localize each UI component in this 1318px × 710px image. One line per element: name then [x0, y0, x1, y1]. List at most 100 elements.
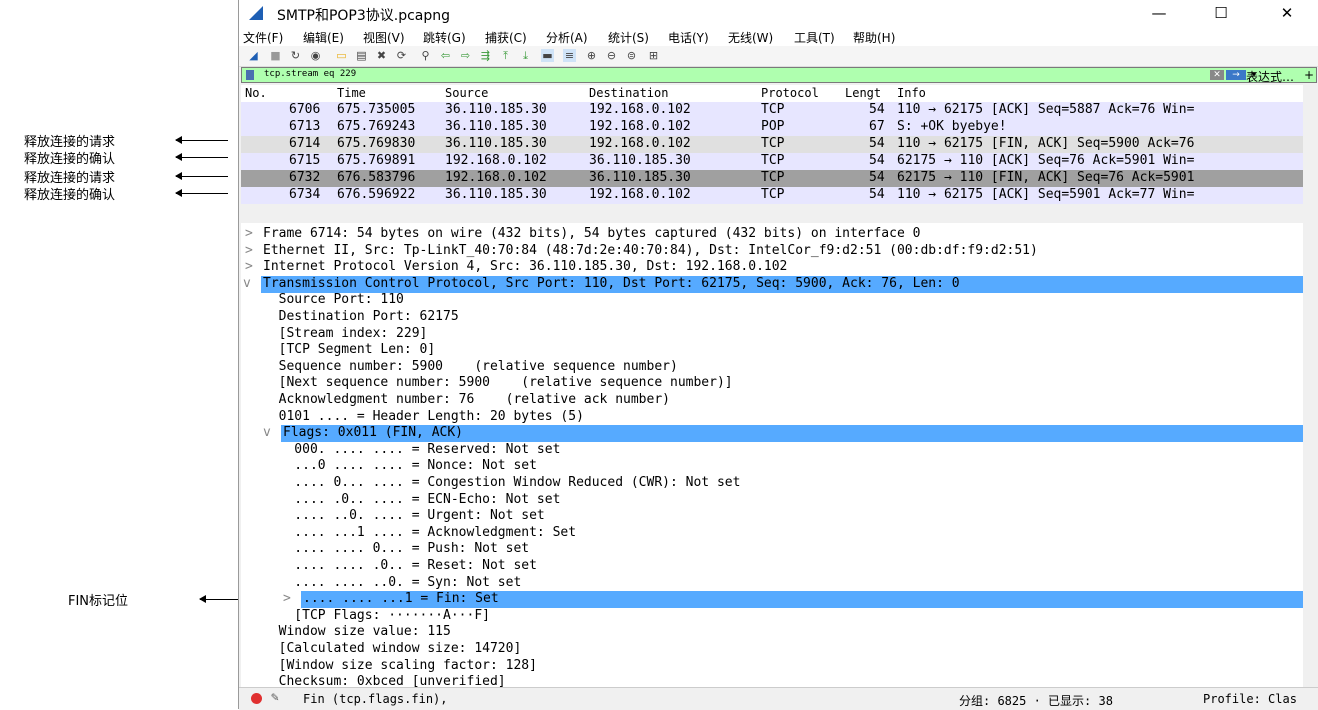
packet-details-vscroll[interactable] [1303, 223, 1317, 687]
detail-row[interactable]: > Internet Protocol Version 4, Src: 36.11… [241, 259, 1303, 276]
detail-row[interactable]: [TCP Segment Len: 0] [241, 342, 1303, 359]
packet-row[interactable]: 6713 675.769243 36.110.185.30 192.168.0.102… [241, 119, 1303, 136]
goto-icon[interactable]: ⇶ [479, 49, 492, 62]
menu-capture[interactable]: 捕获(C) [485, 29, 527, 46]
column-header-protocol[interactable]: Protocol [761, 86, 819, 100]
detail-row[interactable]: > .... .... ...1 = Fin: Set [283, 591, 1303, 609]
expert-info-icon[interactable] [251, 693, 262, 704]
detail-row[interactable]: .... .0.. .... = ECN-Echo: Not set [241, 492, 1303, 509]
resize-columns-icon[interactable]: ⊞ [647, 49, 660, 62]
detail-row[interactable]: Window size value: 115 [241, 624, 1303, 641]
stop-icon[interactable]: ■ [269, 49, 282, 62]
detail-row[interactable]: v Flags: 0x011 (FIN, ACK) [263, 425, 1303, 443]
detail-row[interactable]: [Next sequence number: 5900 (relative se… [241, 375, 1303, 392]
display-filter-bar[interactable]: tcp.stream eq 229 ✕ → ▾ 表达式… + [241, 67, 1317, 85]
menu-view[interactable]: 视图(V) [363, 29, 405, 46]
display-filter-input[interactable]: tcp.stream eq 229 [264, 69, 356, 79]
menu-analyze[interactable]: 分析(A) [546, 29, 588, 46]
packet-list-hscroll[interactable] [241, 205, 1303, 219]
autoscroll-icon[interactable]: ▬ [541, 49, 554, 62]
detail-row[interactable]: > Ethernet II, Src: Tp-LinkT_40:70:84 (48… [241, 243, 1303, 260]
detail-row[interactable]: Checksum: 0xbced [unverified] [241, 674, 1303, 687]
detail-row[interactable]: Destination Port: 62175 [241, 309, 1303, 326]
packet-row[interactable]: 6714 675.769830 36.110.185.30 192.168.0.102… [241, 136, 1303, 153]
edit-comment-icon[interactable]: ✎ [271, 690, 279, 705]
save-icon[interactable]: ▤ [355, 49, 368, 62]
packet-row[interactable]: 6734 676.596922 36.110.185.30 192.168.0.102… [241, 187, 1303, 204]
detail-row[interactable]: ...0 .... .... = Nonce: Not set [241, 458, 1303, 475]
detail-row[interactable]: .... .... ..0. = Syn: Not set [241, 575, 1303, 592]
zoom-in-icon[interactable]: ⊕ [585, 49, 598, 62]
menu-file[interactable]: 文件(F) [243, 29, 283, 46]
column-header-source[interactable]: Source [445, 86, 488, 100]
collapsed-chevron-icon[interactable]: > [245, 259, 253, 274]
close-button[interactable]: ✕ [1267, 2, 1307, 24]
detail-row[interactable]: .... ..0. .... = Urgent: Not set [241, 508, 1303, 525]
menu-help[interactable]: 帮助(H) [853, 29, 895, 46]
zoom-reset-icon[interactable]: ⊜ [625, 49, 638, 62]
column-header-time[interactable]: Time [337, 86, 366, 100]
packet-protocol: TCP [761, 170, 785, 185]
packet-row[interactable]: 6715 675.769891 192.168.0.102 36.110.185.30… [241, 153, 1303, 170]
annotation-fin-ack-1: 释放连接的确认 [24, 152, 116, 167]
detail-row[interactable]: .... ...1 .... = Acknowledgment: Set [241, 525, 1303, 542]
shark-start-icon[interactable]: ◢ [247, 49, 260, 62]
column-header-no[interactable]: No. [245, 86, 267, 100]
reload-icon[interactable]: ⟳ [395, 49, 408, 62]
clear-filter-icon[interactable]: ✕ [1210, 70, 1224, 80]
apply-filter-icon[interactable]: → [1226, 70, 1246, 80]
collapsed-chevron-icon[interactable]: > [245, 226, 253, 241]
zoom-out-icon[interactable]: ⊖ [605, 49, 618, 62]
packet-row[interactable]: 6732 676.583796 192.168.0.102 36.110.185.30… [241, 170, 1303, 187]
collapsed-chevron-icon[interactable]: > [283, 591, 291, 606]
restart-icon[interactable]: ↻ [289, 49, 302, 62]
detail-row[interactable]: [Stream index: 229] [241, 326, 1303, 343]
detail-row[interactable]: [Calculated window size: 14720] [241, 641, 1303, 658]
expression-button[interactable]: 表达式… [1246, 68, 1294, 85]
expanded-chevron-icon[interactable]: v [243, 276, 251, 291]
detail-row[interactable]: .... .... .0.. = Reset: Not set [241, 558, 1303, 575]
annotation-fin-flag: FIN标记位 [68, 594, 129, 609]
options-icon[interactable]: ◉ [309, 49, 322, 62]
menu-wireless[interactable]: 无线(W) [728, 29, 773, 46]
column-header-destination[interactable]: Destination [589, 86, 668, 100]
last-icon[interactable]: ⤓ [519, 49, 532, 62]
detail-row[interactable]: v Transmission Control Protocol, Src Port… [243, 275, 1303, 293]
open-icon[interactable]: ▭ [335, 49, 348, 62]
menu-go[interactable]: 跳转(G) [423, 29, 466, 46]
menu-statistics[interactable]: 统计(S) [608, 29, 649, 46]
detail-row[interactable]: .... .... 0... = Push: Not set [241, 541, 1303, 558]
detail-row[interactable]: Acknowledgment number: 76 (relative ack … [241, 392, 1303, 409]
colorize-icon[interactable]: ≡ [563, 49, 576, 62]
detail-row[interactable]: .... 0... .... = Congestion Window Reduc… [241, 475, 1303, 492]
detail-row[interactable]: [Window size scaling factor: 128] [241, 658, 1303, 675]
detail-row[interactable]: Source Port: 110 [241, 292, 1303, 309]
bookmark-icon[interactable] [246, 70, 254, 80]
packet-source: 36.110.185.30 [445, 119, 547, 134]
maximize-button[interactable]: ☐ [1201, 2, 1241, 24]
menu-edit[interactable]: 编辑(E) [303, 29, 344, 46]
detail-row[interactable]: 000. .... .... = Reserved: Not set [241, 442, 1303, 459]
add-filter-button[interactable]: + [1304, 68, 1314, 82]
detail-row[interactable]: Sequence number: 5900 (relative sequence… [241, 359, 1303, 376]
menu-telephony[interactable]: 电话(Y) [668, 29, 709, 46]
detail-text: Frame 6714: 54 bytes on wire (432 bits),… [263, 226, 921, 241]
expanded-chevron-icon[interactable]: v [263, 425, 271, 440]
detail-row[interactable]: > Frame 6714: 54 bytes on wire (432 bits)… [241, 226, 1303, 243]
first-icon[interactable]: ⤒ [499, 49, 512, 62]
packet-no: 6714 [289, 136, 321, 151]
detail-row[interactable]: 0101 .... = Header Length: 20 bytes (5) [241, 409, 1303, 426]
packet-row[interactable]: 6706 675.735005 36.110.185.30 192.168.0.102… [241, 102, 1303, 119]
forward-icon[interactable]: ⇨ [459, 49, 472, 62]
minimize-button[interactable]: — [1139, 2, 1179, 24]
detail-row[interactable]: [TCP Flags: ·······A···F] [241, 608, 1303, 625]
packet-list-vscroll[interactable] [1303, 85, 1317, 205]
back-icon[interactable]: ⇦ [439, 49, 452, 62]
menu-tools[interactable]: 工具(T) [794, 29, 835, 46]
column-header-info[interactable]: Info [897, 86, 926, 100]
find-icon[interactable]: ⚲ [419, 49, 432, 62]
collapsed-chevron-icon[interactable]: > [245, 243, 253, 258]
close-file-icon[interactable]: ✖ [375, 49, 388, 62]
status-profile[interactable]: Profile: Clas [1203, 692, 1297, 706]
column-header-length[interactable]: Lengt [845, 86, 881, 100]
